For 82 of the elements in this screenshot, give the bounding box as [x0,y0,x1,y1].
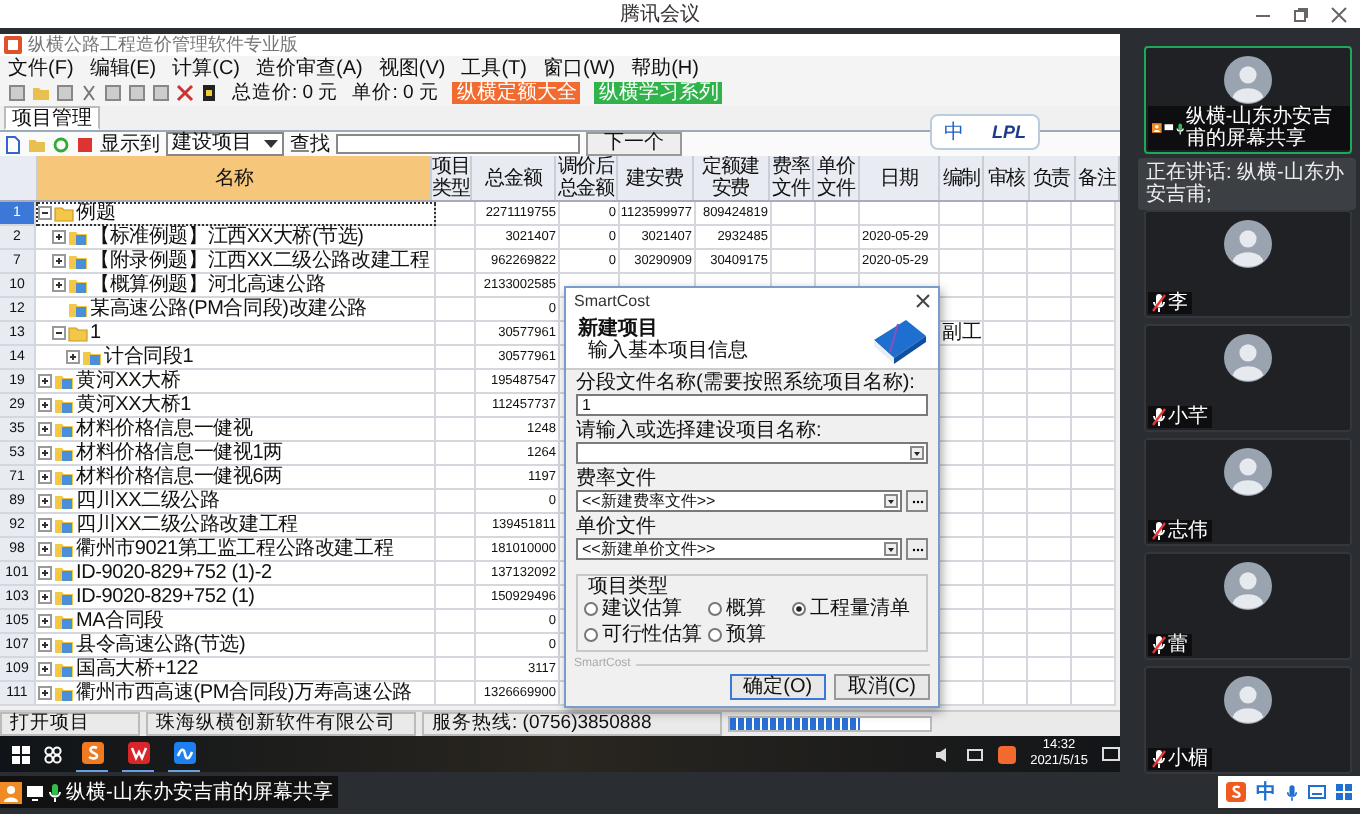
participant-name: 李 [1168,292,1188,314]
menu-item[interactable]: 帮助(H) [631,57,699,79]
combo-field[interactable]: <<新建单价文件>> [576,538,902,560]
project-name[interactable]: 材料价格信息一健视 [76,418,253,440]
participant-tile[interactable]: 小芊 [1144,324,1352,432]
column-header[interactable]: 备注 [1075,156,1120,200]
column-header[interactable]: 负责 [1030,156,1076,200]
menu-item[interactable]: 工具(T) [461,57,527,79]
project-name[interactable]: 四川XX二级公路改建工程 [76,514,298,536]
speaking-tooltip: 正在讲话: 纵横-山东办安吉甫; [1138,158,1356,210]
participant-name: 小芊 [1168,406,1208,428]
column-header[interactable]: 项目类型 [431,156,473,200]
field-label: 请输入或选择建设项目名称: [576,420,824,442]
radio-label: 建议估算 [602,598,682,620]
tab[interactable]: 项目管理 [4,106,100,130]
radio-label: 预算 [726,624,766,646]
menu-item[interactable]: 窗口(W) [542,57,616,79]
menu-item[interactable]: 编辑(E) [89,57,157,79]
participant-name: 志伟 [1168,520,1208,542]
radio-label: 工程量清单 [810,598,910,620]
project-name[interactable]: 计合同段1 [104,346,194,368]
radio-label: 概算 [726,598,766,620]
ime-mode[interactable]: 中 [1256,778,1276,806]
dialog-button[interactable]: 取消(C) [834,674,930,700]
menu-item[interactable]: 造价审查(A) [256,57,363,79]
dialog-button[interactable]: 确定(O) [729,674,827,700]
project-name[interactable]: 黄河XX大桥1 [76,394,192,416]
project-name[interactable]: 四川XX二级公路 [76,490,220,512]
ime-skin-label: LPL [992,122,1026,142]
participant-tile[interactable]: 志伟 [1144,438,1352,546]
project-name[interactable]: 黄河XX大桥 [76,370,181,392]
column-header[interactable]: 编制 [939,156,985,200]
participant-tile[interactable]: 李 [1144,210,1352,318]
dialog-subheading: 输入基本项目信息 [586,340,748,362]
field-label: 分段文件名称(需要按照系统项目名称): [576,372,917,394]
table-cell: 副工 [940,322,984,346]
group-label: 项目类型 [584,576,672,598]
text-field[interactable]: 1 [576,394,928,416]
participant-tile[interactable]: 蕾 [1144,552,1352,660]
project-name[interactable]: 材料价格信息一健视6两 [76,466,283,488]
project-name[interactable]: ID-9020-829+752 (1)-2 [76,562,272,584]
project-name[interactable]: 材料价格信息一健视1两 [76,442,283,464]
ime-toolbar[interactable]: 中 [1218,776,1360,808]
unit-price-label: 单价: 0 元 [352,80,439,106]
ime-mode: 中 [944,119,964,146]
field-label: 费率文件 [576,468,658,490]
project-name[interactable]: 【附录例题】江西XX二级公路改建工程 [90,250,430,272]
total-cost-label: 总造价: 0 元 [232,80,339,106]
status-text: 打开项目 [0,712,140,736]
column-header[interactable]: 日期 [859,156,940,200]
menu-item[interactable]: 视图(V) [378,57,446,79]
project-name[interactable]: 1 [90,322,101,344]
project-name[interactable]: 【标准例题】江西XX大桥(节选) [90,226,364,248]
app-title: 纵横公路工程造价管理软件专业版 [28,32,298,57]
participant-tile[interactable]: 小楣 [1144,666,1352,774]
column-header[interactable]: 单价文件 [814,156,860,200]
ime-status-bar[interactable]: 中 LPL [930,114,1040,150]
field-label: 单价文件 [576,516,658,538]
window-title: 腾讯会议 [620,1,700,28]
project-name[interactable]: MA合同段 [76,610,165,632]
project-name[interactable]: ID-9020-829+752 (1) [76,586,255,608]
next-button[interactable]: 下一个 [586,132,682,156]
participant-name: 纵横-山东办安吉甫的屏幕共享 [1185,106,1335,150]
column-header[interactable]: 建安费 [617,156,694,200]
column-header[interactable]: 名称 [38,156,432,200]
column-header[interactable]: 总金额 [472,156,557,200]
find-label: 查找 [290,131,330,158]
level-dropdown[interactable]: 建设项目 [166,132,284,156]
combo-field[interactable]: <<新建费率文件>> [576,490,902,512]
dialog-heading: 新建项目 [578,318,658,340]
menu-item[interactable]: 文件(F) [8,57,74,79]
participant-name: 小楣 [1168,748,1208,770]
participant-tile[interactable]: 纵横-山东办安吉甫的屏幕共享 [1144,46,1352,154]
status-text: 服务热线: (0756)3850888 [422,712,722,736]
show-to-label: 显示到 [100,132,160,158]
column-header[interactable]: 调价后总金额 [556,156,618,200]
menu-item[interactable]: 计算(C) [172,57,241,79]
sharer-name: 纵横-山东办安吉甫的屏幕共享 [66,779,333,806]
radio-label: 可行性估算 [602,624,702,646]
dialog-title: SmartCost [574,291,650,309]
column-header[interactable]: 审核 [984,156,1030,200]
participant-name: 蕾 [1168,634,1188,656]
